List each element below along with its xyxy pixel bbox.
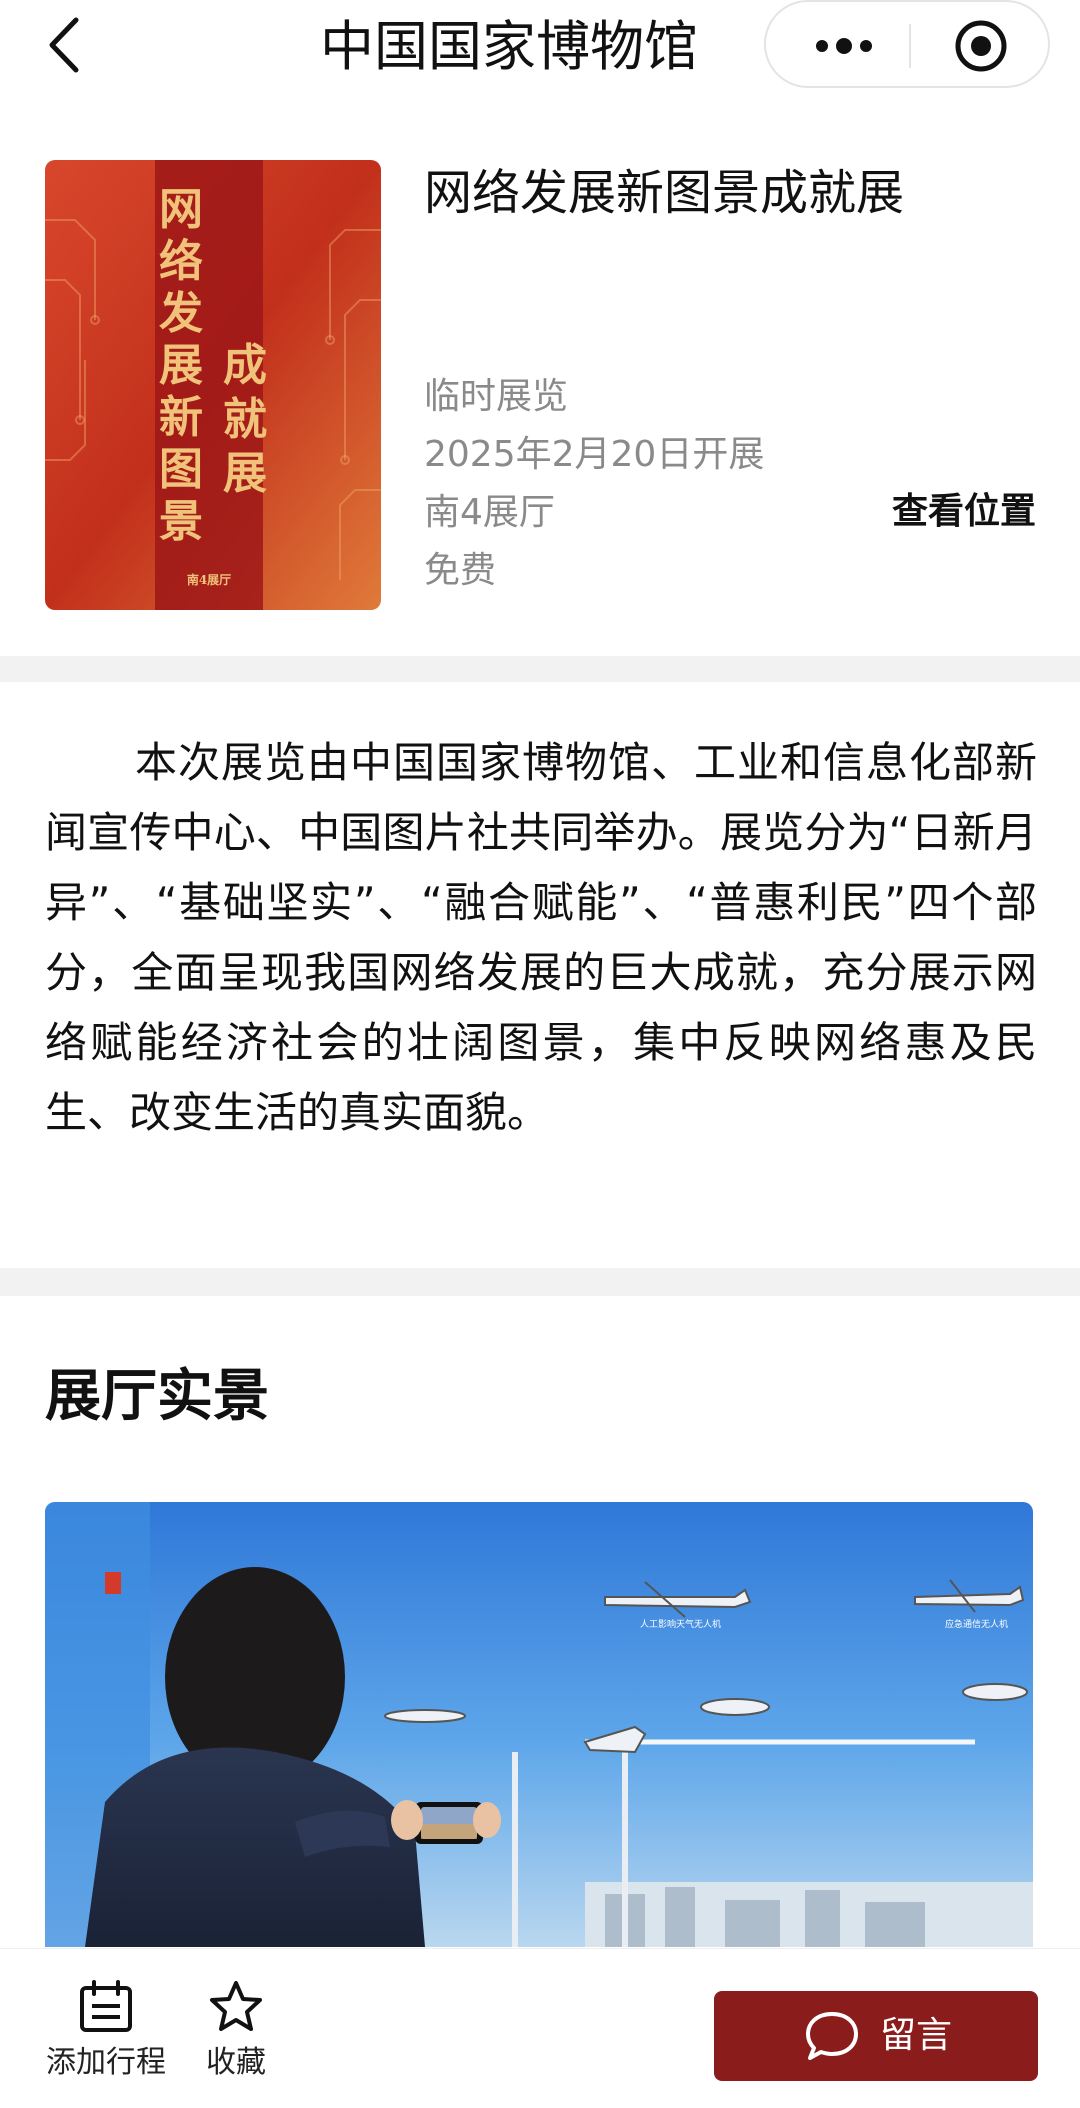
poster-char: 景: [159, 496, 203, 547]
chevron-left-icon: [49, 17, 79, 73]
gallery-photo[interactable]: 人工影响天气无人机 应急通信无人机: [45, 1502, 1033, 1947]
section-divider: [0, 1268, 1080, 1296]
add-schedule-label: 添加行程: [46, 2045, 166, 2080]
exhibition-hall: 南4展厅: [424, 492, 555, 533]
poster-char: 发: [159, 288, 203, 339]
speech-bubble-icon: [806, 2012, 858, 2060]
star-icon: [210, 1981, 262, 2031]
exhibition-date: 2025年2月20日开展: [424, 434, 765, 475]
target-circle-icon: [955, 20, 1007, 72]
poster-char: 就: [223, 394, 267, 445]
back-button[interactable]: [40, 12, 90, 78]
calendar-icon: [80, 1980, 132, 2032]
view-location-link[interactable]: 查看位置: [880, 490, 1036, 534]
leave-message-button[interactable]: 留言: [714, 1991, 1038, 2081]
svg-text:人工影响天气无人机: 人工影响天气无人机: [640, 1618, 721, 1629]
poster-char: 网: [159, 184, 203, 235]
svg-text:应急通信无人机: 应急通信无人机: [945, 1618, 1008, 1629]
exhibition-title: 网络发展新图景成就展: [424, 165, 905, 221]
top-nav-bar: 中国国家博物馆: [0, 0, 1080, 100]
poster-char: 新: [159, 392, 203, 443]
poster-char: 成: [223, 340, 267, 391]
close-mini-program-button[interactable]: [952, 17, 1010, 75]
exhibition-fee: 免费: [424, 550, 497, 591]
favorite-label: 收藏: [206, 2045, 266, 2080]
add-schedule-button[interactable]: 添加行程: [36, 1979, 176, 2083]
exhibition-type: 临时展览: [424, 376, 569, 417]
more-button[interactable]: [804, 24, 884, 68]
mini-program-capsule: [764, 0, 1050, 88]
poster-char: 络: [159, 236, 203, 287]
section-divider: [0, 656, 1080, 682]
exhibition-poster[interactable]: 网络发展新图景成就展南4展厅: [45, 160, 381, 610]
capsule-divider: [909, 24, 911, 68]
bottom-action-bar: 添加行程 收藏 留言: [0, 1948, 1080, 2108]
gallery-heading: 展厅实景: [45, 1364, 269, 1429]
poster-char: 展: [159, 340, 203, 391]
exhibition-description: 本次展览由中国国家博物馆、工业和信息化部新闻宣传中心、中国图片社共同举办。展览分…: [45, 738, 1037, 1137]
poster-hall-text: 南4展厅: [187, 572, 231, 587]
poster-char: 图: [159, 444, 203, 495]
poster-char: 展: [223, 448, 267, 499]
leave-message-label: 留言: [880, 2015, 953, 2056]
favorite-button[interactable]: 收藏: [196, 1979, 276, 2083]
page-title: 中国国家博物馆: [320, 15, 698, 78]
more-dots-icon: [816, 38, 872, 54]
